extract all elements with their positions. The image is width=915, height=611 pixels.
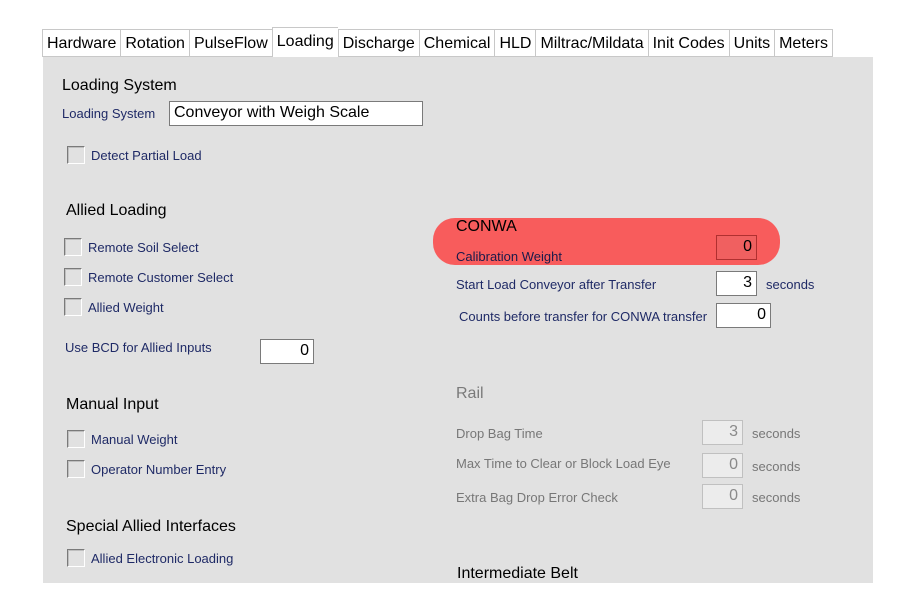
allied-electronic-loading-label: Allied Electronic Loading — [91, 551, 234, 566]
tab-chemical[interactable]: Chemical — [418, 29, 495, 57]
remote-soil-select-label: Remote Soil Select — [88, 240, 199, 255]
tab-rotation[interactable]: Rotation — [120, 29, 189, 57]
max-time-clear-field[interactable]: 0 — [702, 453, 743, 478]
calibration-weight-label: Calibration Weight — [456, 249, 562, 264]
drop-bag-time-field[interactable]: 3 — [702, 420, 743, 445]
tab-bar: Hardware Rotation PulseFlow Loading Disc… — [42, 27, 833, 57]
bcd-allied-inputs-label: Use BCD for Allied Inputs — [65, 340, 212, 355]
remote-customer-select-checkbox[interactable] — [64, 268, 82, 286]
bcd-allied-inputs-field[interactable]: 0 — [260, 339, 314, 364]
counts-before-transfer-label: Counts before transfer for CONWA transfe… — [459, 309, 708, 324]
start-load-conveyor-units: seconds — [766, 277, 815, 292]
remote-soil-select-checkbox[interactable] — [64, 238, 82, 256]
tab-miltrac-mildata[interactable]: Miltrac/Mildata — [535, 29, 648, 57]
tab-pulseflow[interactable]: PulseFlow — [188, 29, 272, 57]
start-load-conveyor-label: Start Load Conveyor after Transfer — [456, 277, 657, 292]
extra-bag-drop-field[interactable]: 0 — [702, 484, 743, 509]
tab-meters[interactable]: Meters — [774, 29, 833, 57]
manual-weight-label: Manual Weight — [91, 432, 178, 447]
manual-weight-checkbox[interactable] — [67, 430, 85, 448]
operator-number-entry-label: Operator Number Entry — [91, 462, 227, 477]
allied-loading-title: Allied Loading — [66, 202, 167, 219]
operator-number-entry-checkbox[interactable] — [67, 460, 85, 478]
tab-hld[interactable]: HLD — [494, 29, 536, 57]
counts-before-transfer-field[interactable]: 0 — [716, 303, 771, 328]
loading-system-field[interactable]: Conveyor with Weigh Scale — [169, 101, 423, 126]
tab-discharge[interactable]: Discharge — [337, 29, 419, 57]
manual-input-title: Manual Input — [66, 396, 159, 413]
remote-customer-select-label: Remote Customer Select — [88, 270, 234, 285]
conwa-title: CONWA — [456, 218, 517, 235]
loading-system-title: Loading System — [62, 77, 177, 94]
tab-init-codes[interactable]: Init Codes — [647, 29, 729, 57]
tab-units[interactable]: Units — [728, 29, 775, 57]
start-load-conveyor-field[interactable]: 3 — [716, 271, 757, 296]
tab-loading[interactable]: Loading — [271, 27, 338, 57]
tab-hardware[interactable]: Hardware — [42, 29, 121, 57]
calibration-weight-field[interactable]: 0 — [716, 235, 757, 260]
allied-weight-checkbox[interactable] — [64, 298, 82, 316]
loading-system-label: Loading System — [62, 106, 156, 121]
rail-title: Rail — [456, 385, 484, 402]
max-time-clear-units: seconds — [752, 459, 801, 474]
detect-partial-load-label: Detect Partial Load — [91, 148, 202, 163]
detect-partial-load-checkbox[interactable] — [67, 146, 85, 164]
loading-panel: Loading System Loading System Conveyor w… — [43, 57, 873, 583]
extra-bag-drop-units: seconds — [752, 490, 801, 505]
drop-bag-time-units: seconds — [752, 426, 801, 441]
allied-weight-label: Allied Weight — [88, 300, 164, 315]
allied-electronic-loading-checkbox[interactable] — [67, 549, 85, 567]
max-time-clear-label: Max Time to Clear or Block Load Eye — [456, 456, 671, 471]
intermediate-belt-title: Intermediate Belt — [457, 565, 578, 582]
drop-bag-time-label: Drop Bag Time — [456, 426, 543, 441]
special-allied-title: Special Allied Interfaces — [66, 518, 236, 535]
extra-bag-drop-label: Extra Bag Drop Error Check — [456, 490, 618, 505]
